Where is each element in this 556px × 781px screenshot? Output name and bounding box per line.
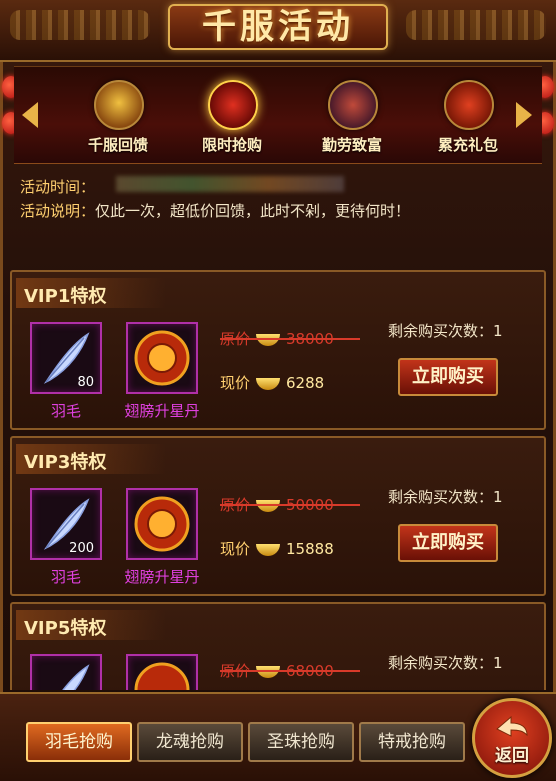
tab-dragon-soul-purchase[interactable]: 龙魂抢购 <box>137 722 243 762</box>
remaining-count: 1 <box>493 654 503 672</box>
vip-title: VIP5特权 <box>24 618 107 639</box>
star-orb-icon <box>134 330 190 386</box>
item-name: 羽毛 <box>50 568 81 586</box>
current-price-label: 现价 <box>220 540 251 558</box>
remaining-label: 剩余购买次数： <box>388 322 494 340</box>
current-price: 现价 15888 <box>220 538 334 559</box>
item-slot[interactable] <box>126 488 198 560</box>
tab-label: 勤劳致富 <box>321 136 382 154</box>
current-price: 现价 6288 <box>220 372 324 393</box>
vip-title: VIP3特权 <box>24 452 107 473</box>
remaining-label: 剩余购买次数： <box>388 654 494 672</box>
current-price-label: 现价 <box>220 374 251 392</box>
item-slot[interactable] <box>126 322 198 394</box>
feather-icon <box>62 664 90 690</box>
item-slot[interactable]: 80 <box>30 322 102 394</box>
back-button[interactable]: 返回 <box>472 698 552 778</box>
vip-title: VIP1特权 <box>24 286 107 307</box>
item-slot[interactable]: 200 <box>30 488 102 560</box>
item-count: 200 <box>69 541 94 556</box>
activity-desc-label: 活动说明： <box>20 202 96 220</box>
remaining-purchases: 剩余购买次数：1 <box>388 320 503 341</box>
back-arrow-icon <box>496 715 528 737</box>
gift-box-clock-icon <box>208 80 258 130</box>
remaining-purchases: 剩余购买次数：1 <box>388 486 503 507</box>
tab-limited-purchase[interactable]: 限时抢购 <box>182 80 282 160</box>
remaining-label: 剩余购买次数： <box>388 488 494 506</box>
prev-arrow-icon[interactable] <box>22 100 42 130</box>
offer-list[interactable]: VIP1特权 80 羽毛 翅膀升星丹 原价 38000 现价 6288 剩余购买次数… <box>10 266 546 690</box>
activity-desc-value: 仅此一次，超低价回馈，此时不剁，更待何时！ <box>95 202 411 220</box>
tab-recharge-gift[interactable]: 累充礼包 <box>418 80 518 160</box>
tab-special-ring-purchase[interactable]: 特戒抢购 <box>359 722 465 762</box>
current-price-value: 6288 <box>286 374 325 392</box>
activity-time-label: 活动时间： <box>20 178 96 196</box>
offer-card: VIP1特权 80 羽毛 翅膀升星丹 原价 38000 现价 6288 剩余购买次数… <box>10 270 546 430</box>
item-count: 80 <box>77 375 94 390</box>
back-label: 返回 <box>495 746 529 766</box>
strikethrough <box>220 504 360 506</box>
activity-info: 活动时间： 活动说明：仅此一次，超低价回馈，此时不剁，更待何时！ <box>20 172 536 258</box>
treasure-sack-icon <box>444 80 494 130</box>
item-name: 羽毛 <box>50 402 81 420</box>
tab-holy-pearl-purchase[interactable]: 圣珠抢购 <box>248 722 354 762</box>
left-ornament <box>10 10 150 40</box>
star-orb-icon <box>134 496 190 552</box>
activity-desc: 活动说明：仅此一次，超低价回馈，此时不剁，更待何时！ <box>20 200 410 221</box>
gold-ingot-icon <box>256 543 281 556</box>
offer-card: VIP5特权 原价 68000 剩余购买次数：1 <box>10 602 546 690</box>
buy-now-button[interactable]: 立即购买 <box>398 524 498 562</box>
activity-time: 活动时间： <box>20 176 95 197</box>
right-ornament <box>406 10 546 40</box>
tab-diligent-wealth[interactable]: 勤劳致富 <box>302 80 402 160</box>
gold-ingot-icon <box>256 377 281 390</box>
remaining-purchases: 剩余购买次数：1 <box>388 652 503 673</box>
remaining-count: 1 <box>493 322 503 340</box>
strikethrough <box>220 670 360 672</box>
current-price-value: 15888 <box>286 540 334 558</box>
item-name: 翅膀升星丹 <box>124 402 200 420</box>
tab-feather-purchase[interactable]: 羽毛抢购 <box>26 722 132 762</box>
tab-label: 千服回馈 <box>87 136 148 154</box>
buy-now-button[interactable]: 立即购买 <box>398 358 498 396</box>
redacted-time <box>116 176 344 192</box>
star-orb-icon <box>134 662 190 690</box>
gift-bag-icon <box>94 80 144 130</box>
remaining-count: 1 <box>493 488 503 506</box>
item-name: 翅膀升星丹 <box>124 568 200 586</box>
window-title: 千服活动 <box>202 7 354 47</box>
item-slot[interactable] <box>126 654 198 690</box>
tab-label: 限时抢购 <box>201 136 262 154</box>
item-slot[interactable] <box>30 654 102 690</box>
crossed-swords-icon <box>328 80 378 130</box>
tab-label: 累充礼包 <box>437 136 498 154</box>
offer-card: VIP3特权 200 羽毛 翅膀升星丹 原价 50000 现价 15888 剩余购买… <box>10 436 546 596</box>
tab-qianfu-feedback[interactable]: 千服回馈 <box>68 80 168 160</box>
strikethrough <box>220 338 360 340</box>
